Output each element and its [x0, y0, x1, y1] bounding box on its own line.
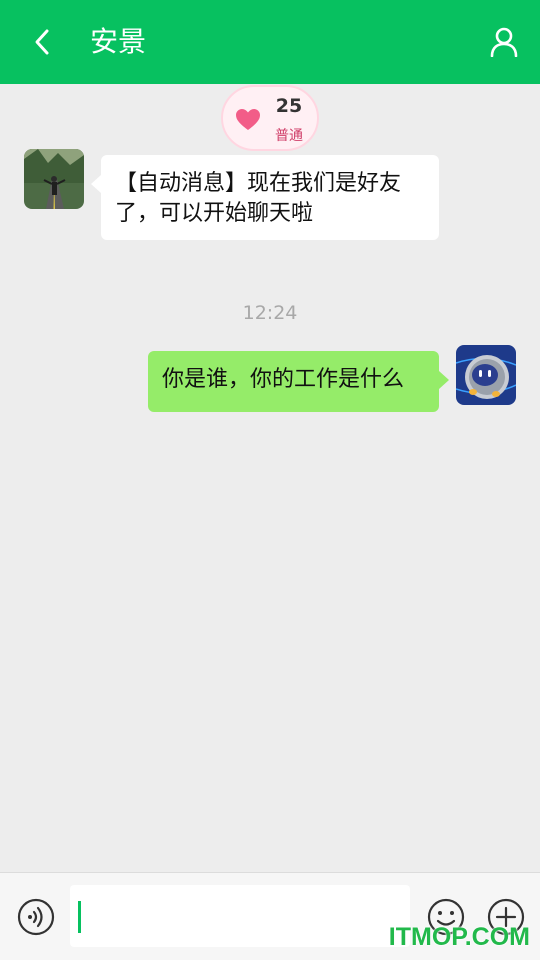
person-icon	[490, 27, 518, 57]
chevron-left-icon	[35, 29, 49, 55]
friend-photo	[24, 149, 84, 209]
intimacy-badge[interactable]: 25 普通	[221, 85, 319, 151]
message-text: 你是谁，你的工作是什么	[162, 367, 405, 392]
my-avatar[interactable]	[456, 345, 516, 405]
watermark: ITMOP.COM	[388, 923, 530, 951]
chat-title: 安景	[90, 25, 147, 58]
intimacy-level: 普通	[275, 128, 303, 144]
friend-avatar[interactable]	[24, 149, 84, 209]
message-bubble-received[interactable]: 【自动消息】现在我们是好友了，可以开始聊天啦	[91, 155, 439, 240]
voice-icon[interactable]	[16, 897, 56, 937]
message-input[interactable]	[70, 885, 410, 947]
intimacy-score: 25	[275, 95, 303, 117]
heart-icon	[236, 109, 260, 130]
top-bar: 安景	[0, 0, 540, 84]
message-timestamp: 12:24	[242, 302, 298, 324]
message-bubble-sent[interactable]: 你是谁，你的工作是什么	[148, 351, 449, 412]
back-button[interactable]	[22, 22, 62, 62]
message-text: 【自动消息】现在我们是好友了，可以开始聊天啦	[115, 171, 402, 226]
profile-button[interactable]	[484, 22, 524, 62]
text-cursor	[78, 901, 81, 933]
robot-icon	[456, 345, 516, 405]
